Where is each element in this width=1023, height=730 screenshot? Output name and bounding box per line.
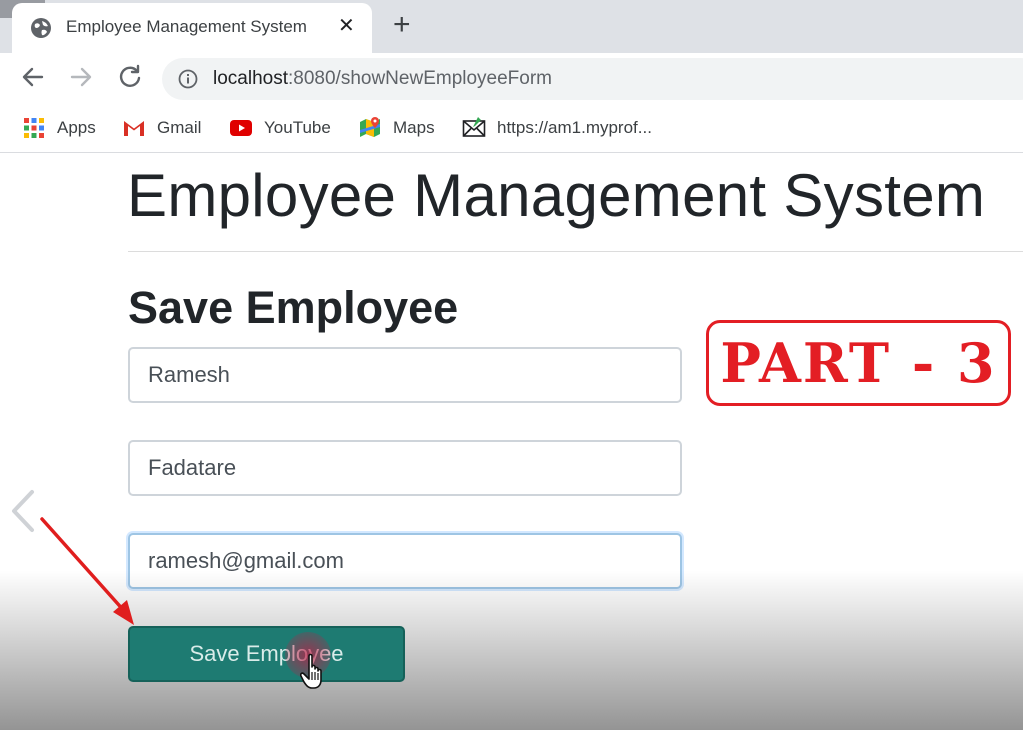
forward-arrow-icon[interactable] bbox=[67, 63, 95, 91]
last-name-field[interactable] bbox=[128, 440, 682, 496]
save-employee-button[interactable]: Save Employee bbox=[128, 626, 405, 682]
bookmark-label: Apps bbox=[57, 118, 96, 137]
bookmark-youtube[interactable]: YouTube bbox=[229, 116, 331, 140]
url-host: localhost bbox=[213, 68, 288, 89]
form-title: Save Employee bbox=[128, 282, 459, 333]
tab-title: Employee Management System bbox=[66, 17, 307, 36]
url-path: :8080/showNewEmployeeForm bbox=[288, 68, 553, 89]
divider bbox=[128, 251, 1023, 252]
annotation-arrow bbox=[40, 517, 134, 625]
page-title: Employee Management System bbox=[127, 162, 986, 229]
youtube-icon bbox=[230, 120, 252, 136]
apps-grid-icon bbox=[24, 118, 44, 138]
back-arrow-icon[interactable] bbox=[19, 63, 47, 91]
maps-icon bbox=[360, 117, 380, 137]
bookmarks-bar: Apps Gmail YouTube Maps https://am1.mypr… bbox=[0, 107, 1023, 153]
bookmark-label: YouTube bbox=[264, 118, 331, 137]
bookmark-label: https://am1.myprof... bbox=[497, 118, 652, 137]
part-badge: PART - 3 bbox=[706, 320, 1011, 406]
reload-icon[interactable] bbox=[116, 63, 144, 91]
gmail-icon bbox=[123, 120, 145, 136]
browser-tab-strip: Employee Management System ✕ + bbox=[0, 0, 1023, 53]
mail-envelope-icon bbox=[462, 117, 486, 137]
info-icon[interactable] bbox=[178, 69, 198, 89]
email-field[interactable] bbox=[128, 533, 682, 589]
globe-icon bbox=[31, 18, 51, 38]
browser-toolbar: localhost:8080/showNewEmployeeForm bbox=[0, 53, 1023, 107]
address-bar[interactable]: localhost:8080/showNewEmployeeForm bbox=[162, 58, 1023, 100]
browser-tab[interactable]: Employee Management System ✕ bbox=[12, 3, 372, 53]
close-tab-icon[interactable]: ✕ bbox=[338, 15, 355, 37]
bookmark-gmail[interactable]: Gmail bbox=[122, 116, 201, 140]
bookmark-label: Gmail bbox=[157, 118, 202, 137]
bookmark-maps[interactable]: Maps bbox=[358, 116, 435, 140]
bookmark-label: Maps bbox=[393, 118, 435, 137]
new-tab-icon[interactable]: + bbox=[393, 10, 411, 40]
chevron-left-icon[interactable] bbox=[6, 488, 38, 534]
first-name-field[interactable] bbox=[128, 347, 682, 403]
bookmark-apps[interactable]: Apps bbox=[22, 116, 96, 140]
part-badge-text: PART - 3 bbox=[720, 331, 997, 395]
url-text: localhost:8080/showNewEmployeeForm bbox=[213, 68, 552, 90]
bookmark-myprofile[interactable]: https://am1.myprof... bbox=[462, 116, 652, 140]
